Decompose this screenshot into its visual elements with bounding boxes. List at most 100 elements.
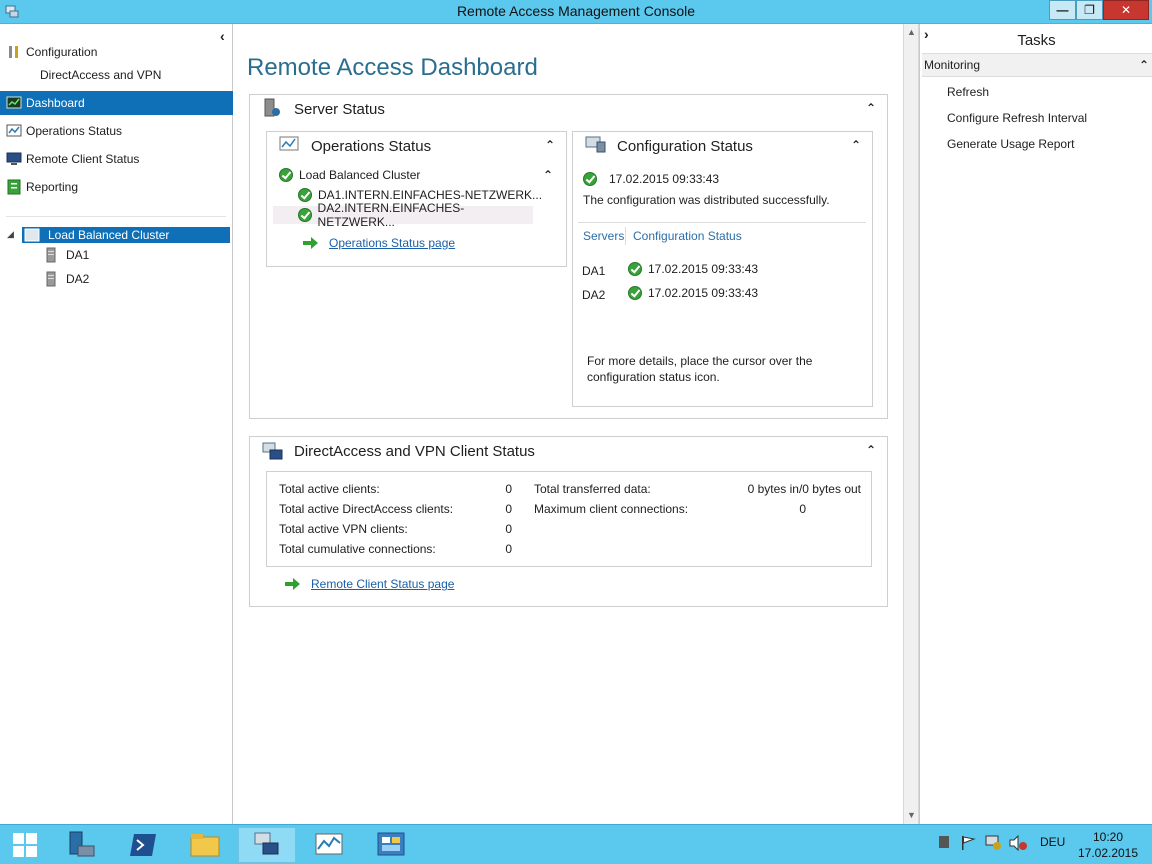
remote-client-status-link-row[interactable]: Remote Client Status page [285,577,454,591]
ok-status-icon[interactable] [628,261,642,276]
tray-language-indicator[interactable]: DEU [1040,835,1065,849]
configuration-computer-icon [585,136,606,153]
window-title: Remote Access Management Console [456,3,696,19]
start-button[interactable] [0,827,50,863]
stat-value: 0 bytes in/0 bytes out [747,482,861,496]
ok-status-icon [583,172,597,186]
taskbar-clock[interactable]: 10:20 17.02.2015 [1076,829,1140,861]
operations-server-row[interactable]: DA1.INTERN.EINFACHES-NETZWERK... [298,188,542,202]
operations-server-label: DA1.INTERN.EINFACHES-NETZWERK... [318,188,543,202]
stat-value: 0 [505,542,512,556]
performance-monitor-icon [315,833,343,855]
restore-button[interactable]: ❐ [1076,0,1103,20]
tree-leaf-da2[interactable]: DA2 [46,271,89,287]
taskbar-powershell[interactable] [114,827,172,863]
configuration-hint-line2: configuration status icon. [587,370,720,384]
task-configure-refresh-interval[interactable]: Configure Refresh Interval [947,111,1087,125]
server-icon [46,271,56,287]
ok-status-icon [298,188,312,202]
operations-server-label: DA2.INTERN.EINFACHES-NETZWERK... [317,201,465,229]
configuration-timestamp: 17.02.2015 09:33:43 [609,172,720,186]
taskbar-control-panel[interactable] [362,827,420,863]
green-arrow-icon [285,578,300,590]
configuration-status-collapse-icon[interactable]: ⌃ [851,138,861,152]
configuration-hint-line1: For more details, place the cursor over … [587,354,813,368]
tray-action-center-icon[interactable] [938,835,950,852]
monitor-icon [6,152,22,165]
operations-cluster-row[interactable]: Load Balanced Cluster [279,168,420,182]
operations-status-link-row[interactable]: Operations Status page [303,236,455,250]
nav-item-dashboard[interactable]: Dashboard [0,91,233,115]
taskbar-performance-monitor[interactable] [300,827,358,863]
table-row[interactable]: DA2 17.02.2015 09:33:43 [582,283,758,302]
nav-item-operations-status[interactable]: Operations Status [0,119,233,143]
title-bar: Remote Access Management Console — ❐ ✕ [0,0,1152,24]
stat-label: Total active DirectAccess clients: [279,502,454,516]
tree-leaf-da1[interactable]: DA1 [46,247,89,263]
tray-network-icon[interactable] [984,835,1002,854]
nav-item-configuration[interactable]: Configuration [0,40,233,64]
server-status-panel: Server Status ⌃ Operations Status ⌃ Load… [249,94,888,419]
servers-column-header[interactable]: Servers [583,229,624,243]
report-icon [7,179,21,195]
nav-item-dashboard-label: Dashboard [26,96,85,110]
tasks-title: Tasks [1017,32,1056,49]
stat-value: 0 [799,502,806,516]
tray-flag-icon[interactable] [960,835,976,854]
configuration-status-column-header[interactable]: Configuration Status [633,229,742,243]
scroll-up-icon[interactable]: ▲ [907,27,916,37]
stat-label: Total cumulative connections: [279,542,436,556]
tree-expand-icon[interactable]: ◢ [7,229,14,240]
taskbar-remote-access-console[interactable] [238,827,296,863]
configuration-timestamp-row: 17.02.2015 09:33:43 [583,172,719,186]
nav-item-remote-client-status[interactable]: Remote Client Status [0,147,233,171]
table-row[interactable]: DA1 17.02.2015 09:33:43 [582,259,758,278]
tray-volume-muted-icon[interactable] [1008,834,1028,854]
tree-separator [6,216,226,217]
close-button[interactable]: ✕ [1103,0,1149,20]
ok-status-icon [298,208,312,222]
monitoring-section-header[interactable]: Monitoring ⌃ [922,53,1152,77]
monitoring-section-label: Monitoring [924,58,981,72]
task-refresh[interactable]: Refresh [947,85,989,99]
stat-label: Maximum client connections: [534,502,689,516]
operations-status-collapse-icon[interactable]: ⌃ [545,138,555,152]
nav-item-directaccess-vpn[interactable]: DirectAccess and VPN [40,68,161,82]
nav-item-reporting-label: Reporting [26,180,79,194]
operations-cluster-collapse-icon[interactable]: ⌃ [543,168,553,182]
taskbar: DEU 10:20 17.02.2015 [0,824,1152,864]
ok-status-icon[interactable] [628,285,642,300]
tree-leaf-da1-label: DA1 [66,248,90,262]
operations-chart-icon [6,124,22,137]
taskbar-file-explorer[interactable] [176,827,234,863]
scroll-down-icon[interactable]: ▼ [907,810,916,820]
nav-item-configuration-label: Configuration [26,45,98,59]
stat-value: 0 [505,482,512,496]
operations-status-page-link[interactable]: Operations Status page [329,236,455,250]
stat-label: Total active VPN clients: [279,522,408,536]
client-status-collapse-icon[interactable]: ⌃ [866,443,876,457]
cluster-icon [24,228,40,242]
taskbar-server-manager[interactable] [52,827,110,863]
server-status-collapse-icon[interactable]: ⌃ [866,101,876,115]
tasks-pane: › Tasks Monitoring ⌃ Refresh Configure R… [919,24,1152,824]
server-manager-icon [69,831,95,857]
remote-access-console-icon [254,832,279,855]
tree-leaf-da2-label: DA2 [66,272,90,286]
nav-item-remote-client-status-label: Remote Client Status [26,152,140,166]
control-panel-icon [377,832,405,856]
server-status-title: Server Status [294,101,385,118]
server-status-icon [264,98,280,117]
server-icon [46,247,56,263]
operations-server-row[interactable]: DA2.INTERN.EINFACHES-NETZWERK... [273,201,533,229]
remote-client-status-page-link[interactable]: Remote Client Status page [311,577,454,591]
nav-item-reporting[interactable]: Reporting [0,175,233,199]
stat-value: 0 [505,502,512,516]
tree-node-load-balanced-cluster[interactable]: Load Balanced Cluster [22,227,230,243]
minimize-button[interactable]: — [1049,0,1076,20]
operations-chart-icon [279,136,299,151]
monitoring-collapse-icon[interactable]: ⌃ [1139,58,1149,72]
main-vertical-scrollbar[interactable]: ▲ ▼ [903,24,919,824]
windows-logo-icon [13,833,37,857]
task-generate-usage-report[interactable]: Generate Usage Report [947,137,1074,151]
